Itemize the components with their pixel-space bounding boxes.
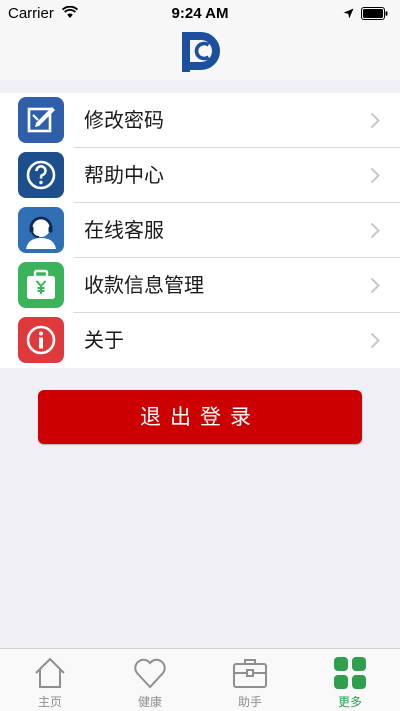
- edit-icon: [18, 97, 64, 143]
- tab-more[interactable]: 更多: [300, 649, 400, 711]
- menu-item-label: 收款信息管理: [84, 273, 204, 297]
- menu-item-payment-info[interactable]: 收款信息管理: [0, 258, 400, 313]
- menu-item-online-service[interactable]: 在线客服: [0, 203, 400, 258]
- nav-bar: [0, 28, 400, 80]
- menu-item-change-password[interactable]: 修改密码: [0, 93, 400, 148]
- clock: 9:24 AM: [171, 5, 229, 22]
- wallet-icon: [18, 262, 64, 308]
- tab-health[interactable]: 健康: [100, 649, 200, 711]
- status-bar: Carrier 9:24 AM: [0, 0, 400, 28]
- heart-icon: [134, 658, 166, 689]
- menu-item-help-center[interactable]: 帮助中心: [0, 148, 400, 203]
- home-icon: [35, 657, 65, 688]
- tab-bar: 主页 健康 助手 更多: [0, 648, 400, 711]
- location-arrow-icon: [343, 8, 354, 19]
- chevron-right-icon: [370, 167, 380, 184]
- info-icon: [18, 317, 64, 363]
- grid-icon: [334, 657, 366, 689]
- tab-label: 健康: [137, 695, 162, 709]
- menu-item-label: 修改密码: [84, 108, 164, 132]
- chevron-right-icon: [370, 112, 380, 129]
- app-logo: [182, 32, 220, 72]
- tab-label: 更多: [337, 695, 362, 709]
- menu-item-label: 关于: [84, 328, 124, 352]
- tab-assistant[interactable]: 助手: [200, 649, 300, 711]
- customer-service-icon: [18, 207, 64, 253]
- menu-item-label: 在线客服: [84, 218, 164, 242]
- chevron-right-icon: [370, 222, 380, 239]
- chevron-right-icon: [370, 277, 380, 294]
- tab-label: 主页: [37, 695, 62, 709]
- tab-label: 助手: [237, 695, 262, 709]
- battery-icon: [361, 7, 388, 20]
- help-icon: [18, 152, 64, 198]
- chevron-right-icon: [370, 332, 380, 349]
- tab-home[interactable]: 主页: [0, 649, 100, 711]
- menu-item-label: 帮助中心: [84, 163, 164, 187]
- settings-menu: 修改密码 帮助中心 在线客服 收款信息管理 关于: [0, 93, 400, 368]
- menu-item-about[interactable]: 关于: [0, 313, 400, 368]
- logout-button[interactable]: 退出登录: [38, 390, 362, 444]
- briefcase-icon: [233, 659, 267, 688]
